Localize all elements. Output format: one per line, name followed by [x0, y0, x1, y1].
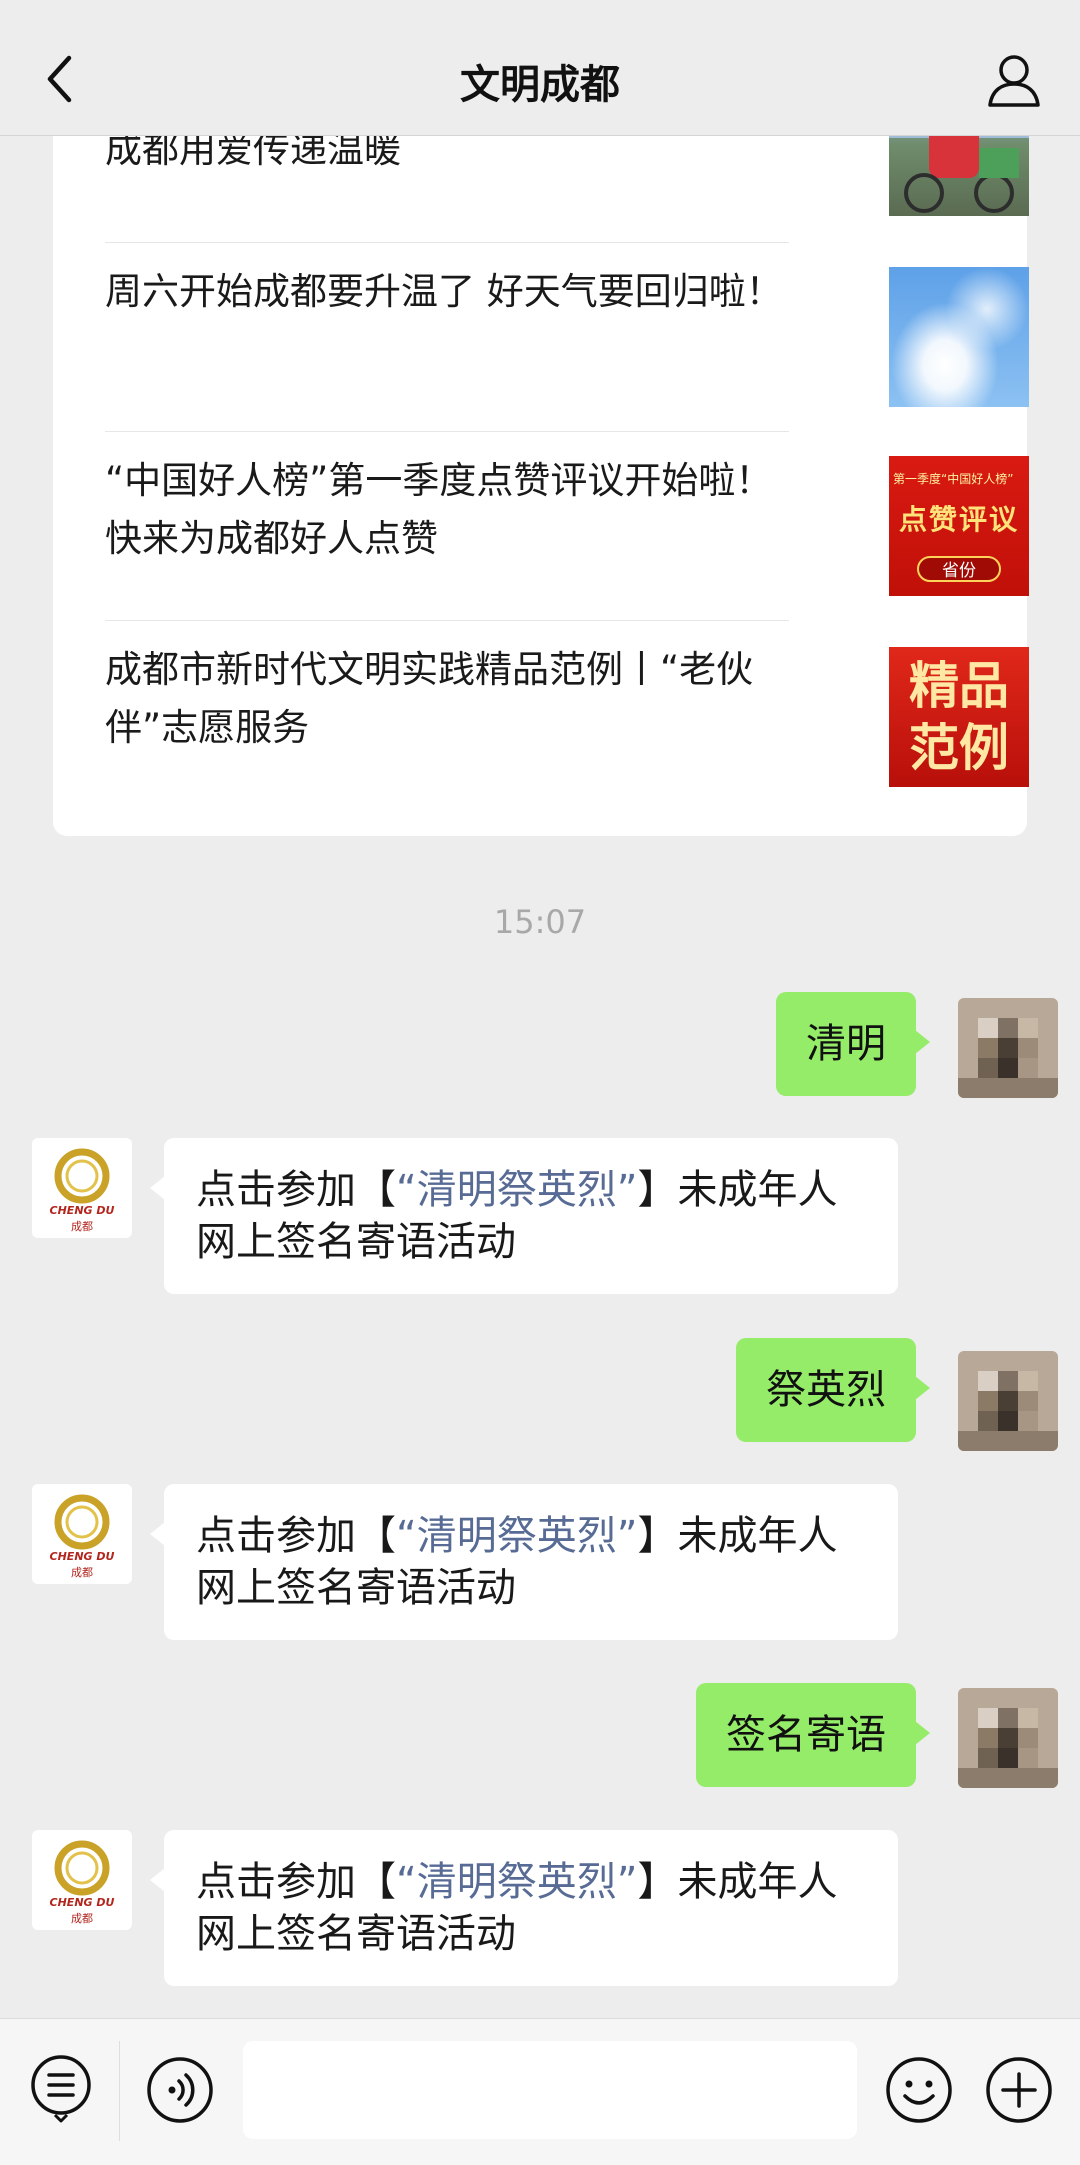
message-text: 点击参加【 [196, 1167, 396, 1213]
user-avatar[interactable] [958, 998, 1058, 1098]
emoji-button[interactable] [883, 2054, 955, 2126]
pixelated-avatar [958, 1688, 1058, 1788]
divider [105, 431, 789, 432]
article-item[interactable]: 成都市新时代文明实践精品范例丨“老伙伴”志愿服务 精品范例 [105, 641, 1029, 811]
logo-subtext: 成都 [71, 1566, 93, 1579]
profile-button[interactable] [984, 50, 1044, 110]
logo-subtext: 成都 [71, 1912, 93, 1925]
article-title: 周六开始成都要升温了 好天气要回归啦！ [105, 270, 783, 313]
thumb-tag-text: 省份 [917, 556, 1001, 582]
official-account-avatar[interactable]: CHENG DU 成都 [32, 1830, 132, 1930]
chat-title: 文明成都 [460, 62, 620, 108]
outgoing-message[interactable]: 清明 [776, 992, 930, 1096]
message-timestamp: 15:07 [493, 903, 587, 941]
outgoing-message[interactable]: 祭英烈 [736, 1338, 930, 1442]
incoming-message[interactable]: 点击参加【“清明祭英烈”】未成年人网上签名寄语活动 [150, 1830, 898, 1986]
thumb-badge-text: 精品范例 [909, 657, 1009, 777]
top-bar: 文明成都 [0, 0, 1080, 136]
divider [105, 242, 789, 243]
incoming-message[interactable]: 点击参加【“清明祭英烈”】未成年人网上签名寄语活动 [150, 1484, 898, 1640]
user-avatar[interactable] [958, 1351, 1058, 1451]
menu-toggle-button[interactable] [25, 2051, 97, 2123]
message-text: 清明 [806, 1021, 886, 1067]
activity-link[interactable]: “清明祭英烈” [396, 1167, 637, 1213]
article-title: “中国好人榜”第一季度点赞评议开始啦！快来为成都好人点赞 [105, 459, 773, 560]
article-thumbnail: 第一季度“中国好人榜” 点赞评议 省份 [889, 456, 1029, 596]
profile-icon [988, 55, 1040, 107]
more-button[interactable] [983, 2054, 1055, 2126]
official-account-avatar[interactable]: CHENG DU 成都 [32, 1138, 132, 1238]
article-thumbnail [889, 267, 1029, 407]
message-text: 点击参加【 [196, 1513, 396, 1559]
voice-icon [147, 2057, 213, 2123]
incoming-message[interactable]: 点击参加【“清明祭英烈”】未成年人网上签名寄语活动 [150, 1138, 898, 1294]
pixelated-avatar [958, 998, 1058, 1098]
divider [105, 620, 789, 621]
menu-list-icon [31, 2055, 91, 2123]
thumb-top-text: 第一季度“中国好人榜” [893, 472, 1014, 486]
logo-subtext: 成都 [71, 1220, 93, 1233]
message-text: 祭英烈 [766, 1367, 886, 1413]
logo-text: CHENG DU [49, 1550, 115, 1563]
input-toolbar [0, 2018, 1080, 2165]
article-card: 成都用爱传递温暖 周六开始成都要升温了 好天气要回归啦！ “中国好人榜”第一季度… [53, 98, 1029, 836]
thumb-main-text: 点赞评议 [898, 503, 1019, 536]
article-title: 成都市新时代文明实践精品范例丨“老伙伴”志愿服务 [105, 648, 754, 749]
logo-text: CHENG DU [49, 1896, 115, 1909]
outgoing-message[interactable]: 签名寄语 [696, 1683, 930, 1787]
message-text: 点击参加【 [196, 1859, 396, 1905]
toolbar-divider [119, 2041, 120, 2141]
logo-text: CHENG DU [49, 1204, 115, 1217]
pixelated-avatar [958, 1351, 1058, 1451]
activity-link[interactable]: “清明祭英烈” [396, 1513, 637, 1559]
message-input[interactable] [243, 2041, 857, 2139]
activity-link[interactable]: “清明祭英烈” [396, 1859, 637, 1905]
article-thumbnail: 精品范例 [889, 647, 1029, 787]
message-text: 签名寄语 [726, 1712, 886, 1758]
article-item[interactable]: “中国好人榜”第一季度点赞评议开始啦！快来为成都好人点赞 第一季度“中国好人榜”… [105, 452, 1029, 620]
voice-button[interactable] [144, 2054, 216, 2126]
official-account-avatar[interactable]: CHENG DU 成都 [32, 1484, 132, 1584]
article-item[interactable]: 周六开始成都要升温了 好天气要回归啦！ [105, 263, 1029, 431]
plus-icon [986, 2057, 1052, 2123]
emoji-icon [886, 2057, 952, 2123]
user-avatar[interactable] [958, 1688, 1058, 1788]
